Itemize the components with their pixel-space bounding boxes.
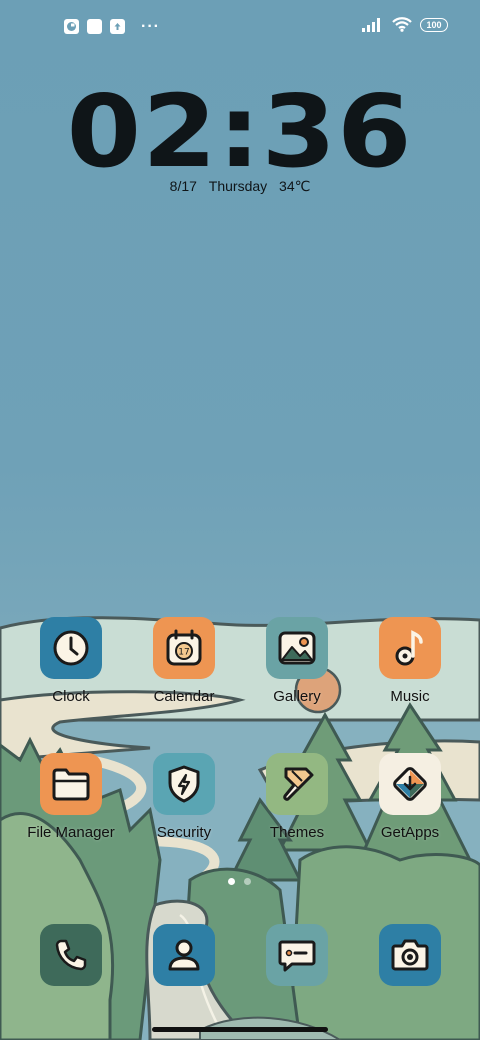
app-label-calendar: Calendar bbox=[153, 688, 215, 705]
dock-messages[interactable] bbox=[240, 924, 354, 986]
app-label-getapps: GetApps bbox=[380, 824, 440, 841]
signal-bars-icon bbox=[362, 17, 380, 32]
message-icon bbox=[266, 924, 328, 986]
gesture-navigation-handle[interactable] bbox=[152, 1027, 328, 1032]
clock-time: 02:36 bbox=[67, 73, 413, 190]
page-dot-current bbox=[228, 878, 235, 885]
calendar-icon: 17 bbox=[153, 617, 215, 679]
app-label-music: Music bbox=[390, 688, 430, 705]
app-music[interactable]: Music bbox=[353, 617, 467, 705]
battery-indicator: 100 bbox=[420, 17, 448, 32]
phone-icon bbox=[40, 924, 102, 986]
square-notification-icon bbox=[87, 19, 102, 34]
camera-icon bbox=[379, 924, 441, 986]
shield-bolt-icon bbox=[153, 753, 215, 815]
status-bar: ··· 100 bbox=[0, 0, 480, 56]
app-label-clock: Clock bbox=[52, 688, 90, 705]
app-calendar[interactable]: 17 Calendar bbox=[127, 617, 241, 705]
upload-notification-icon bbox=[110, 19, 125, 34]
app-label-themes: Themes bbox=[269, 824, 325, 841]
app-file-manager[interactable]: File Manager bbox=[14, 753, 128, 841]
getapps-icon bbox=[379, 753, 441, 815]
page-indicator bbox=[228, 878, 251, 885]
paint-brush-icon bbox=[266, 753, 328, 815]
notification-icons: ··· bbox=[64, 18, 160, 35]
app-themes[interactable]: Themes bbox=[240, 753, 354, 841]
clock-widget[interactable]: 02:36 8/17 Thursday 34℃ bbox=[0, 82, 480, 195]
dock-phone[interactable] bbox=[14, 924, 128, 986]
app-notification-icon bbox=[64, 19, 79, 34]
music-note-icon bbox=[379, 617, 441, 679]
system-indicators: 100 bbox=[362, 17, 448, 32]
dock-contacts[interactable] bbox=[127, 924, 241, 986]
clock-icon bbox=[40, 617, 102, 679]
wifi-icon bbox=[392, 17, 412, 32]
dock-camera[interactable] bbox=[353, 924, 467, 986]
image-icon bbox=[266, 617, 328, 679]
folder-icon bbox=[40, 753, 102, 815]
more-notifications-indicator: ··· bbox=[141, 18, 160, 35]
app-clock[interactable]: Clock bbox=[14, 617, 128, 705]
app-getapps[interactable]: GetApps bbox=[353, 753, 467, 841]
app-gallery[interactable]: Gallery bbox=[240, 617, 354, 705]
calendar-day-text: 17 bbox=[178, 648, 189, 658]
app-label-security: Security bbox=[156, 824, 212, 841]
page-dot bbox=[244, 878, 251, 885]
person-icon bbox=[153, 924, 215, 986]
app-label-gallery: Gallery bbox=[273, 688, 321, 705]
home-screen: ··· 100 02:36 8/17 Thursday 34℃ Clock 17… bbox=[0, 0, 480, 1040]
app-label-file-manager: File Manager bbox=[27, 824, 115, 841]
app-security[interactable]: Security bbox=[127, 753, 241, 841]
